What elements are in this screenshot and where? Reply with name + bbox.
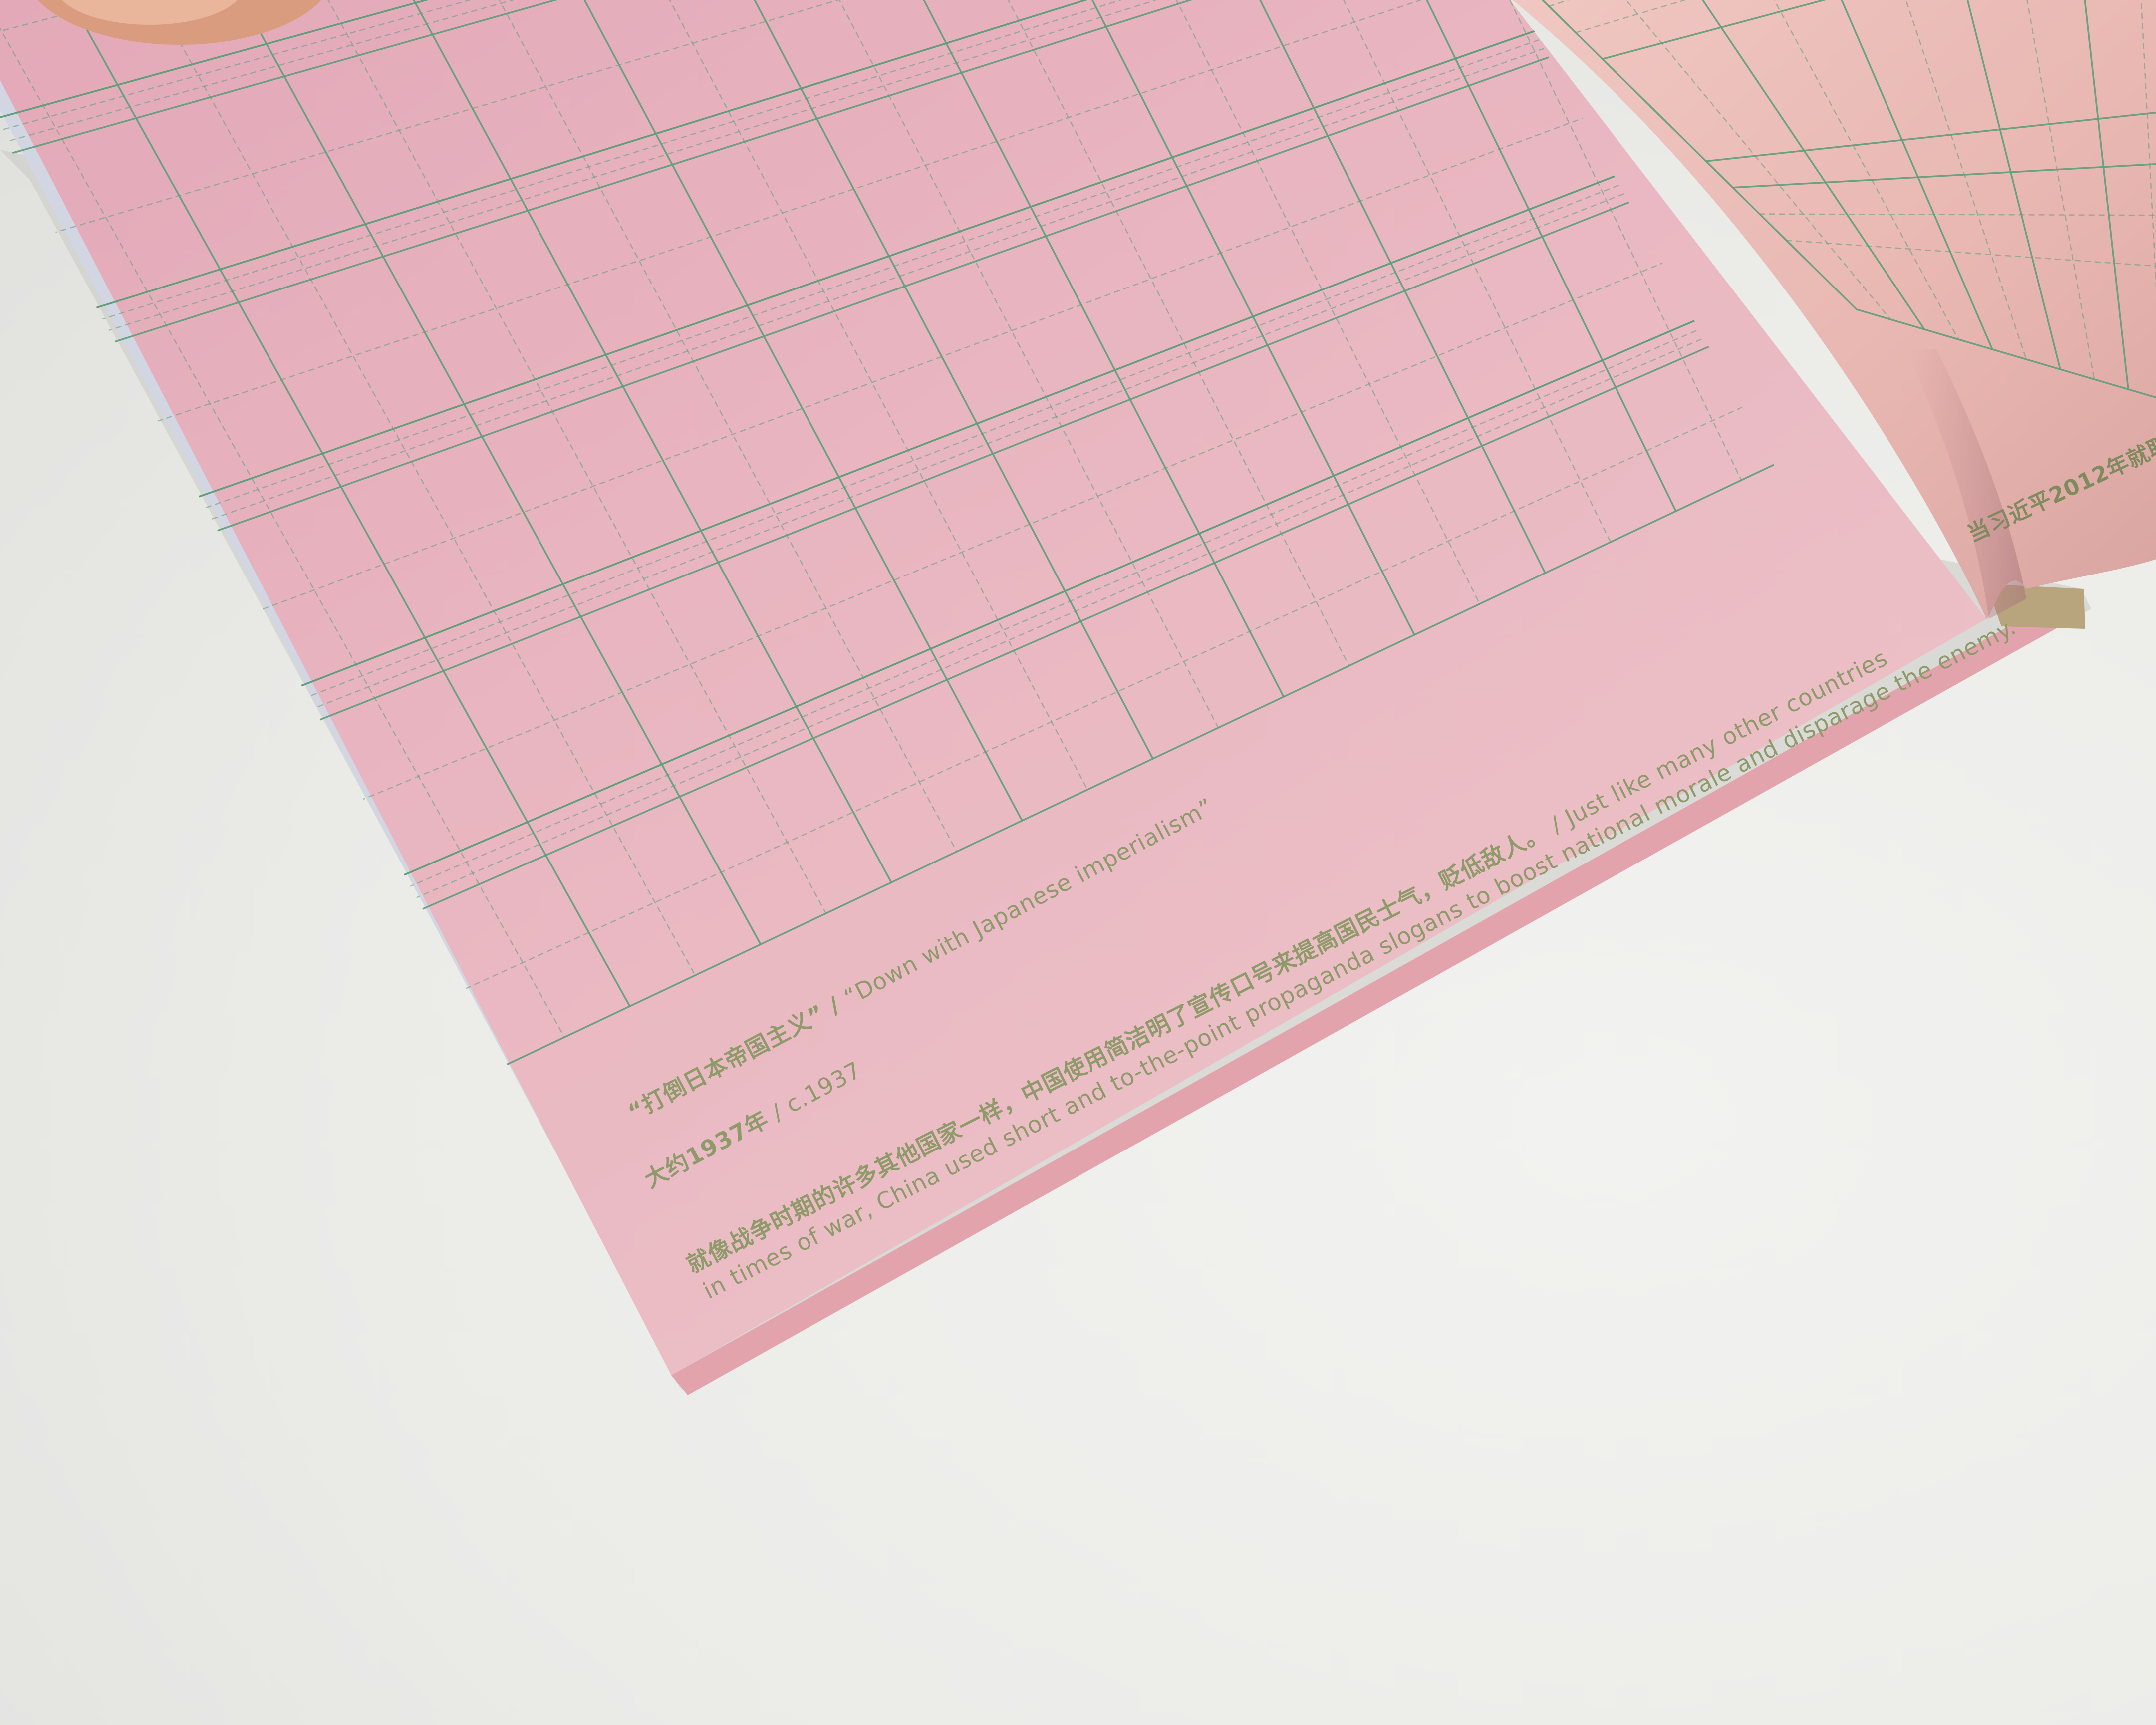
notebook-photo xyxy=(0,0,2156,1395)
left-page xyxy=(0,0,1986,1375)
photo-scene: “打倒日本帝国主义” / “Down with Japanese imperia… xyxy=(0,0,2156,1725)
